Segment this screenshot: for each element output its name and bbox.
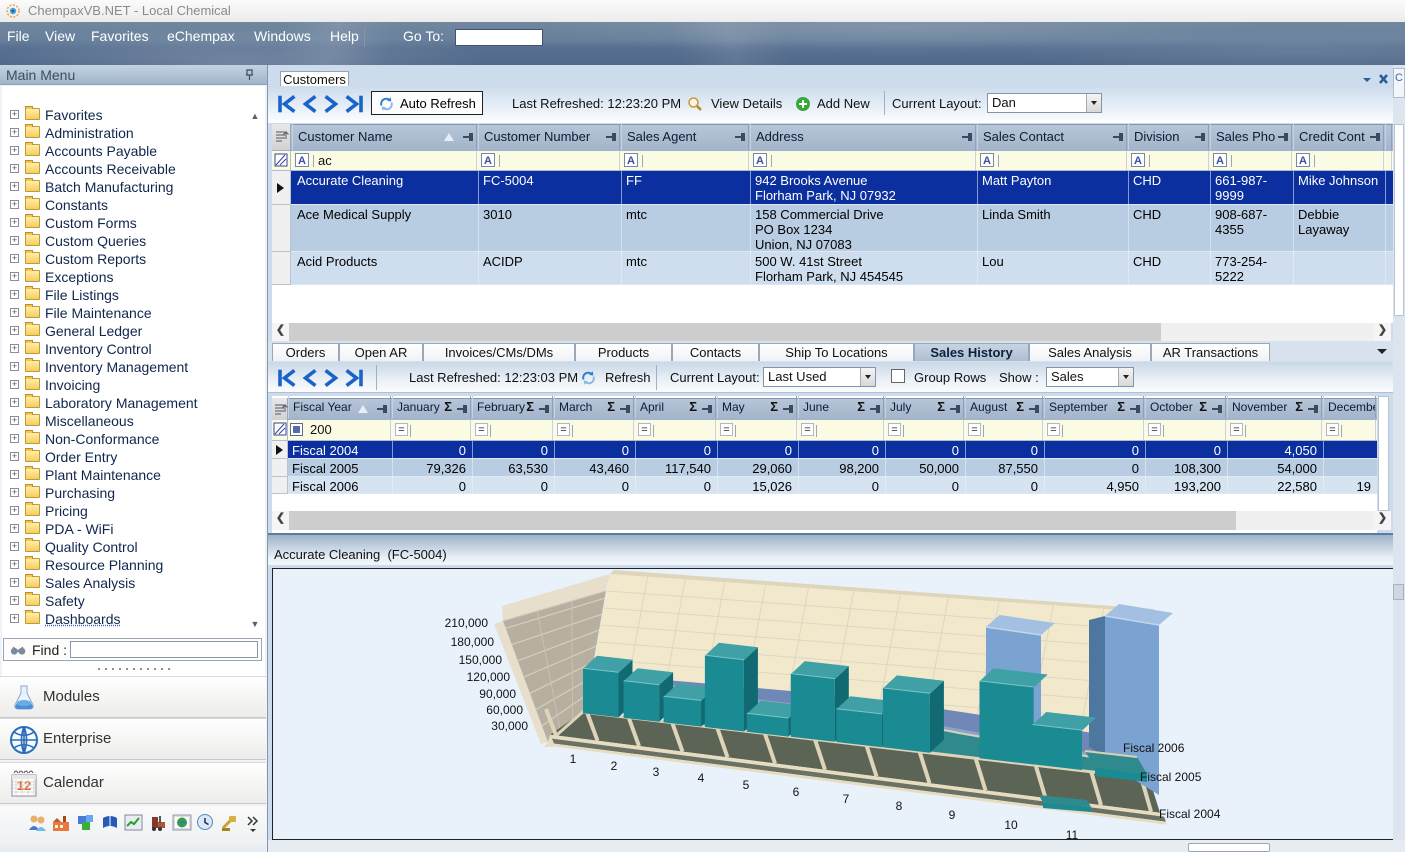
- svg-text:120,000: 120,000: [467, 670, 511, 684]
- svg-text:5: 5: [743, 778, 750, 792]
- svg-text:3: 3: [653, 765, 660, 779]
- svg-text:Fiscal 2004: Fiscal 2004: [1159, 807, 1221, 821]
- svg-text:6: 6: [793, 785, 800, 799]
- svg-text:1: 1: [570, 752, 577, 766]
- svg-text:60,000: 60,000: [486, 703, 523, 717]
- svg-text:Fiscal 2006: Fiscal 2006: [1123, 741, 1185, 755]
- svg-text:150,000: 150,000: [459, 653, 503, 667]
- svg-text:180,000: 180,000: [451, 635, 495, 649]
- svg-text:210,000: 210,000: [445, 616, 489, 630]
- svg-text:10: 10: [1004, 818, 1018, 832]
- svg-text:90,000: 90,000: [479, 687, 516, 701]
- svg-text:7: 7: [843, 792, 850, 806]
- svg-text:2: 2: [611, 759, 618, 773]
- svg-text:12: 12: [17, 778, 31, 793]
- svg-text:Fiscal 2005: Fiscal 2005: [1140, 770, 1202, 784]
- svg-text:9: 9: [949, 808, 956, 822]
- svg-text:11: 11: [1066, 828, 1079, 839]
- svg-text:30,000: 30,000: [491, 719, 528, 733]
- svg-text:8: 8: [896, 799, 903, 813]
- svg-text:4: 4: [698, 771, 705, 785]
